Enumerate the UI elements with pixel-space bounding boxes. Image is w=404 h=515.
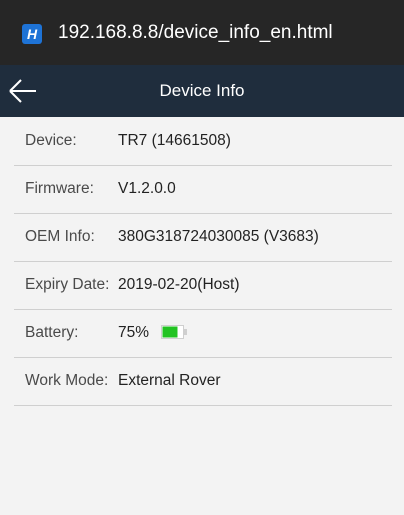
info-row-battery: Battery: 75% bbox=[14, 309, 392, 358]
device-value: TR7 (14661508) bbox=[118, 132, 231, 149]
info-row-firmware: Firmware: V1.2.0.0 bbox=[14, 165, 392, 214]
battery-label: Battery: bbox=[25, 324, 79, 341]
oem-info-label: OEM Info: bbox=[25, 228, 95, 245]
battery-icon bbox=[161, 325, 187, 339]
info-row-device: Device: TR7 (14661508) bbox=[14, 117, 392, 166]
device-info-list: Device: TR7 (14661508) Firmware: V1.2.0.… bbox=[0, 117, 404, 515]
expiry-date-value: 2019-02-20(Host) bbox=[118, 276, 240, 293]
browser-url-bar[interactable]: H 192.168.8.8/device_info_en.html bbox=[0, 0, 404, 65]
info-row-oem: OEM Info: 380G318724030085 (V3683) bbox=[14, 213, 392, 262]
app-header: Device Info bbox=[0, 65, 404, 117]
favicon-letter: H bbox=[26, 26, 38, 42]
work-mode-value: External Rover bbox=[118, 372, 221, 389]
info-row-work-mode: Work Mode: External Rover bbox=[14, 357, 392, 406]
info-row-expiry: Expiry Date: 2019-02-20(Host) bbox=[14, 261, 392, 310]
device-label: Device: bbox=[25, 132, 77, 149]
oem-info-value: 380G318724030085 (V3683) bbox=[118, 228, 319, 245]
battery-value: 75% bbox=[118, 324, 150, 341]
expiry-date-label: Expiry Date: bbox=[25, 276, 110, 293]
work-mode-label: Work Mode: bbox=[25, 372, 109, 389]
firmware-value: V1.2.0.0 bbox=[118, 180, 176, 197]
page-title: Device Info bbox=[159, 81, 245, 100]
firmware-label: Firmware: bbox=[25, 180, 94, 197]
url-text[interactable]: 192.168.8.8/device_info_en.html bbox=[58, 22, 333, 44]
battery-level-fill bbox=[162, 326, 178, 338]
site-favicon-icon: H bbox=[22, 24, 42, 44]
